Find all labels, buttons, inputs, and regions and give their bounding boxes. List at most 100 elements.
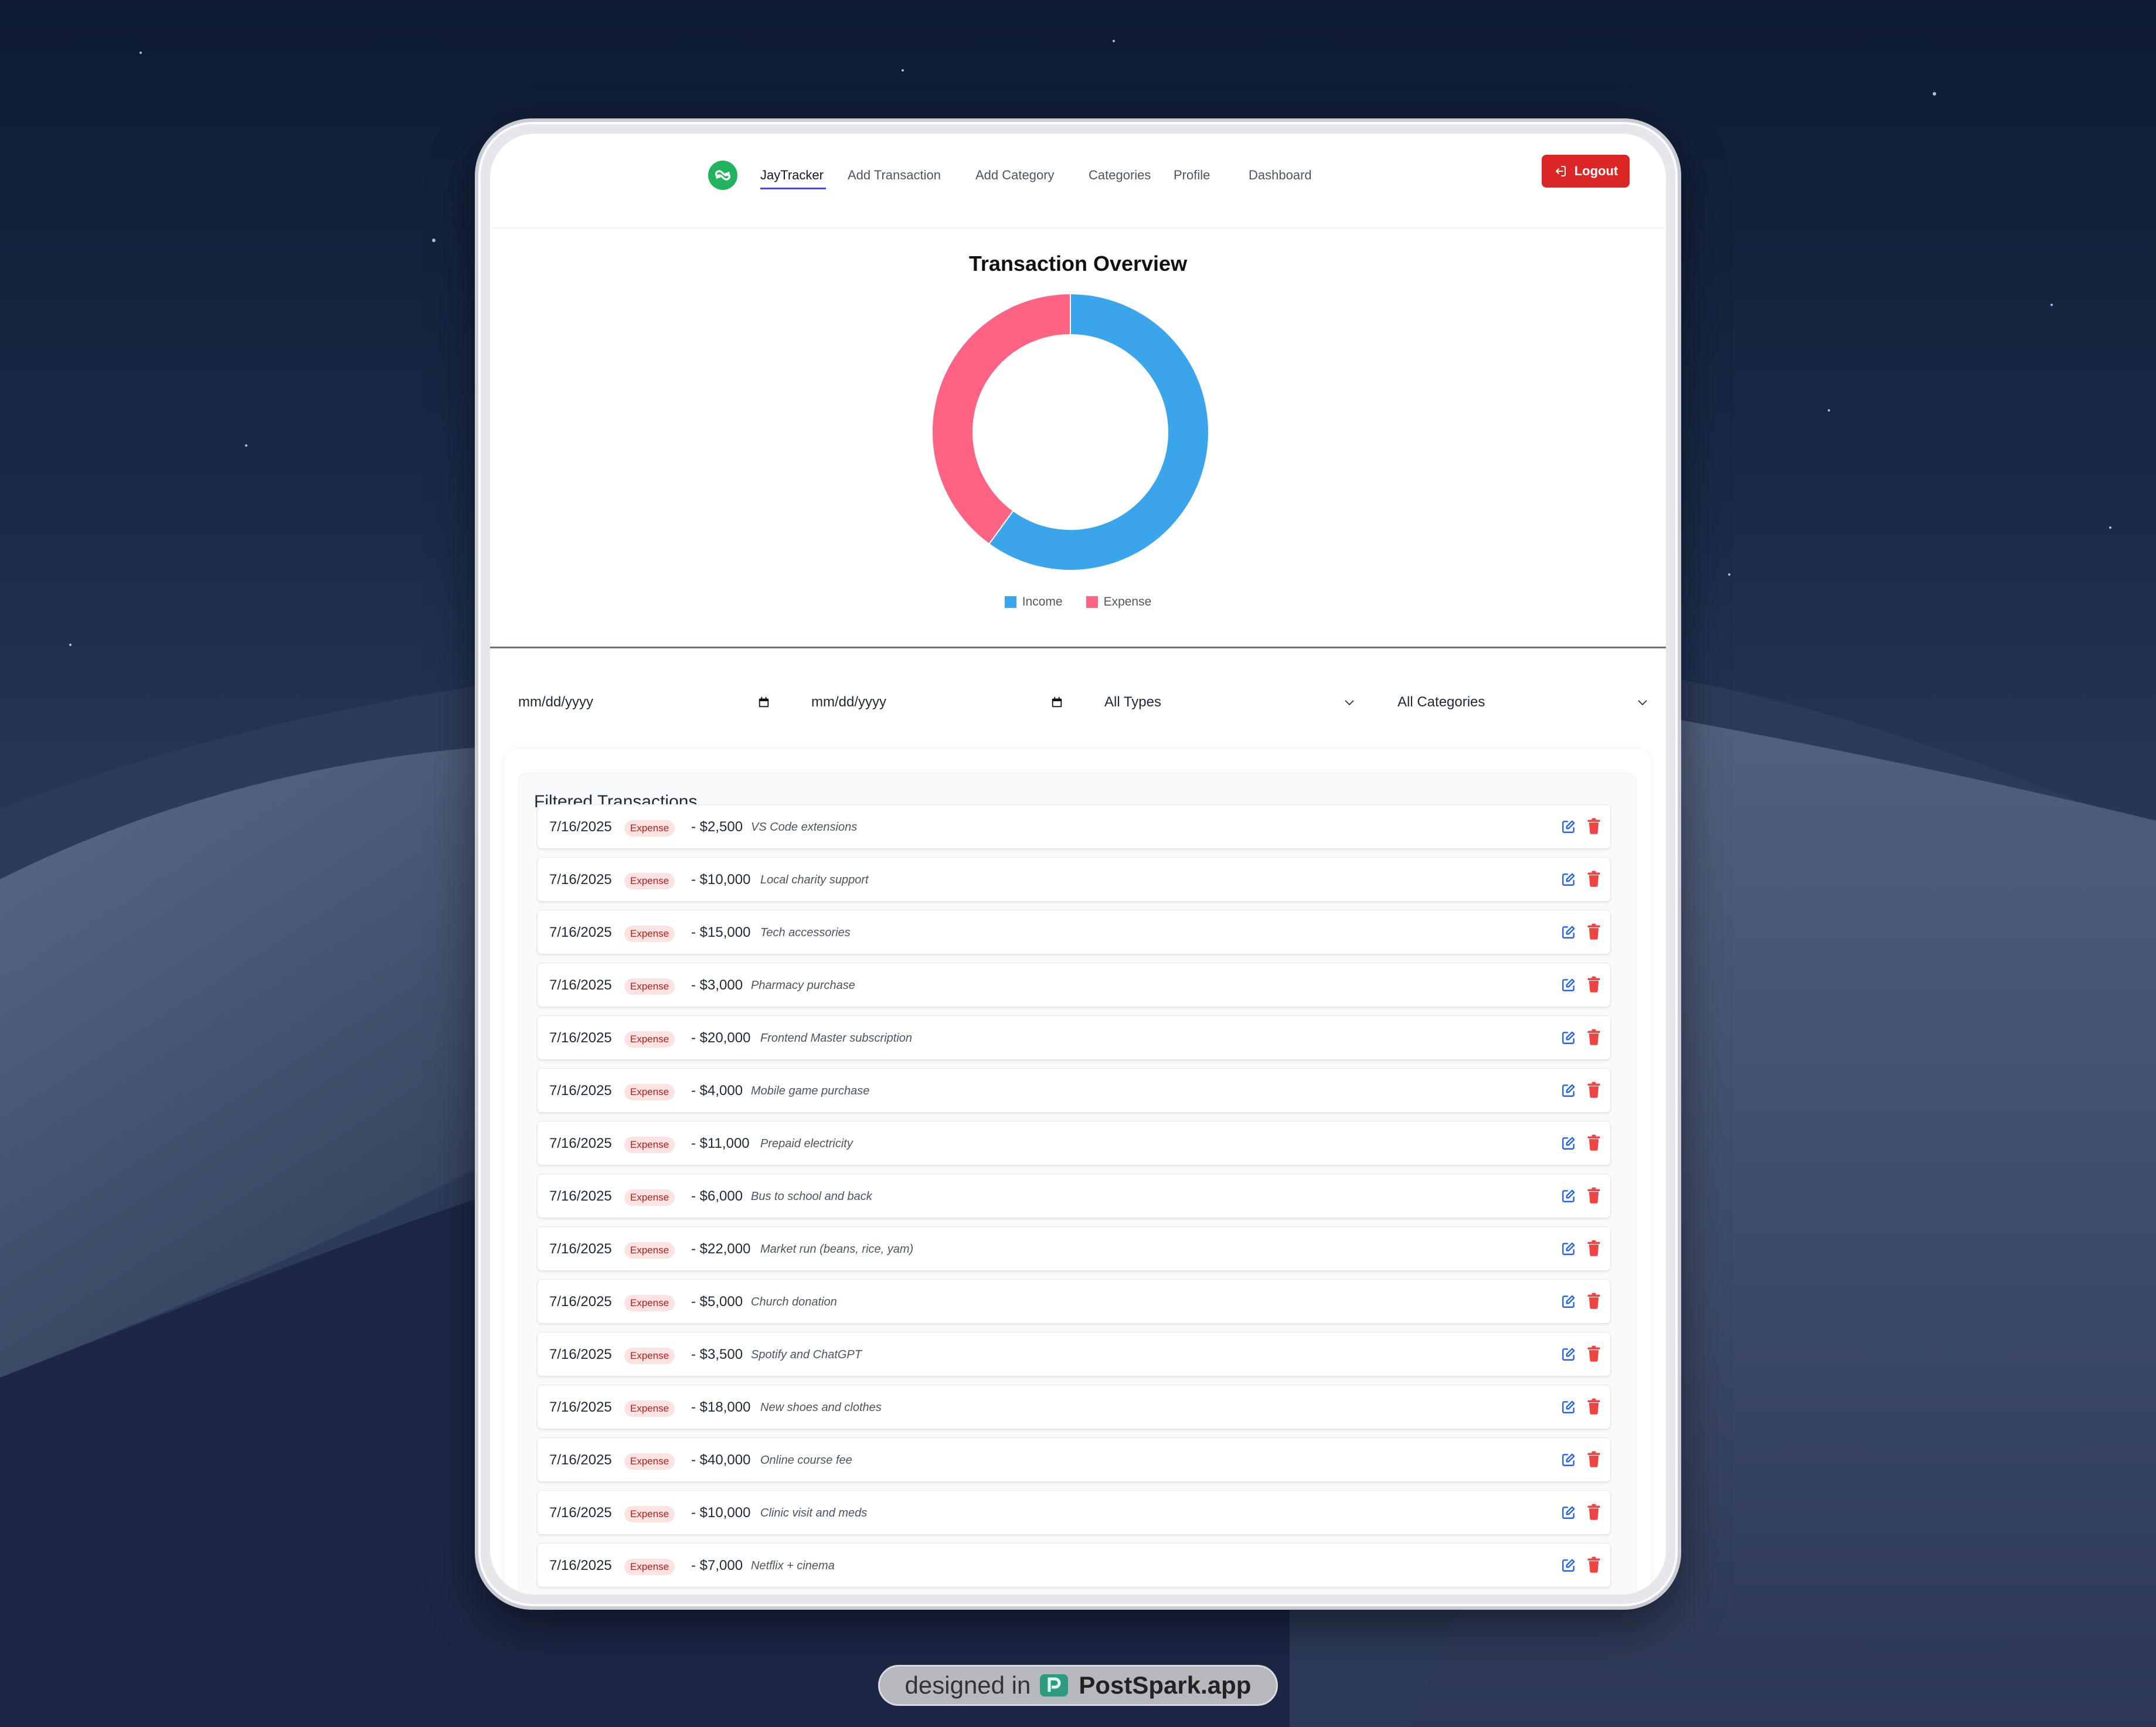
edit-icon[interactable] xyxy=(1561,819,1576,834)
transaction-row: 7/16/2025 Expense - $10,000 Local charity s… xyxy=(537,857,1611,902)
filters-bar: mm/dd/yyyy mm/dd/yyyy All Types All Cate… xyxy=(490,648,1666,766)
nav-categories[interactable]: Categories xyxy=(1089,168,1151,183)
transaction-amount: - $7,000 xyxy=(691,1558,743,1573)
trash-icon[interactable] xyxy=(1587,1134,1601,1151)
edit-icon[interactable] xyxy=(1561,1558,1576,1573)
trash-icon[interactable] xyxy=(1587,1345,1601,1362)
edit-icon[interactable] xyxy=(1561,977,1576,992)
transaction-date: 7/16/2025 xyxy=(549,1452,612,1468)
transaction-amount: - $10,000 xyxy=(691,1505,751,1521)
type-select[interactable]: All Types xyxy=(1090,685,1366,720)
legend-item-income[interactable]: Income xyxy=(1004,595,1063,609)
transaction-row: 7/16/2025 Expense - $20,000 Frontend Master… xyxy=(537,1015,1611,1060)
type-badge: Expense xyxy=(624,1189,675,1206)
type-badge: Expense xyxy=(624,1453,675,1470)
trash-icon[interactable] xyxy=(1587,1451,1601,1467)
type-badge: Expense xyxy=(624,1400,675,1417)
transaction-date: 7/16/2025 xyxy=(549,1188,612,1204)
donut-slice-expense[interactable] xyxy=(931,293,1071,545)
chart-legend: Income Expense xyxy=(490,595,1666,609)
nav-brand[interactable]: JayTracker xyxy=(760,168,824,183)
edit-icon[interactable] xyxy=(1561,1030,1576,1045)
transaction-description: New shoes and clothes xyxy=(760,1401,882,1414)
logout-label: Logout xyxy=(1574,164,1618,178)
trash-icon[interactable] xyxy=(1587,923,1601,940)
nav-add-category[interactable]: Add Category xyxy=(975,168,1055,183)
transaction-row: 7/16/2025 Expense - $10,000 Clinic visit an… xyxy=(537,1490,1611,1535)
category-select-value: All Categories xyxy=(1397,694,1485,710)
edit-icon[interactable] xyxy=(1561,1505,1576,1520)
transaction-overview-card: Transaction Overview Income Expense xyxy=(490,227,1666,648)
edit-icon[interactable] xyxy=(1561,1452,1576,1467)
transaction-date: 7/16/2025 xyxy=(549,977,612,993)
start-date-input[interactable]: mm/dd/yyyy xyxy=(504,685,780,720)
transaction-row: 7/16/2025 Expense - $40,000 Online course f… xyxy=(537,1437,1611,1482)
trash-icon[interactable] xyxy=(1587,1240,1601,1256)
transaction-amount: - $3,000 xyxy=(691,977,743,993)
legend-item-expense[interactable]: Expense xyxy=(1086,595,1151,609)
tablet-frame: JayTracker Add Transaction Add Category … xyxy=(478,122,1678,1606)
type-badge: Expense xyxy=(624,1506,675,1522)
trash-icon[interactable] xyxy=(1587,871,1601,887)
edit-icon[interactable] xyxy=(1561,924,1576,940)
transaction-amount: - $4,000 xyxy=(691,1083,743,1099)
transaction-description: Frontend Master subscription xyxy=(760,1032,913,1045)
transaction-date: 7/16/2025 xyxy=(549,1294,612,1310)
transaction-row: 7/16/2025 Expense - $4,000 Mobile game purc… xyxy=(537,1068,1611,1113)
postspark-badge[interactable]: designed in PostSpark.app xyxy=(878,1665,1278,1706)
transaction-description: Mobile game purchase xyxy=(751,1085,870,1097)
edit-icon[interactable] xyxy=(1561,1083,1576,1098)
type-badge: Expense xyxy=(624,1084,675,1100)
transaction-row: 7/16/2025 Expense - $15,000 Tech accessorie… xyxy=(537,910,1611,954)
transaction-date: 7/16/2025 xyxy=(549,1083,612,1099)
legend-swatch-expense xyxy=(1086,596,1098,608)
logout-icon xyxy=(1555,166,1566,176)
nav-profile[interactable]: Profile xyxy=(1174,168,1210,183)
transaction-amount: - $15,000 xyxy=(691,924,751,940)
type-badge: Expense xyxy=(624,1137,675,1153)
calendar-icon[interactable] xyxy=(1050,696,1063,709)
edit-icon[interactable] xyxy=(1561,1399,1576,1415)
trash-icon[interactable] xyxy=(1587,1029,1601,1045)
trash-icon[interactable] xyxy=(1587,976,1601,992)
transaction-amount: - $10,000 xyxy=(691,872,751,888)
nav-dashboard[interactable]: Dashboard xyxy=(1249,168,1312,183)
edit-icon[interactable] xyxy=(1561,1241,1576,1256)
end-date-placeholder: mm/dd/yyyy xyxy=(811,694,887,710)
trash-icon[interactable] xyxy=(1587,1293,1601,1309)
edit-icon[interactable] xyxy=(1561,1136,1576,1151)
legend-label-income: Income xyxy=(1022,595,1063,608)
link-logo-icon[interactable] xyxy=(708,161,737,190)
transaction-amount: - $11,000 xyxy=(691,1136,750,1151)
app-screen: JayTracker Add Transaction Add Category … xyxy=(490,134,1666,1595)
transaction-amount: - $40,000 xyxy=(691,1452,751,1468)
trash-icon[interactable] xyxy=(1587,1504,1601,1520)
type-badge: Expense xyxy=(624,926,675,942)
trash-icon[interactable] xyxy=(1587,1187,1601,1204)
trash-icon[interactable] xyxy=(1587,818,1601,834)
trash-icon[interactable] xyxy=(1587,1398,1601,1415)
type-badge: Expense xyxy=(624,978,675,995)
type-select-value: All Types xyxy=(1104,694,1161,710)
chart-title: Transaction Overview xyxy=(968,251,1188,276)
transaction-amount: - $6,000 xyxy=(691,1188,743,1204)
type-badge: Expense xyxy=(624,820,675,837)
transaction-amount: - $3,500 xyxy=(691,1347,743,1362)
end-date-input[interactable]: mm/dd/yyyy xyxy=(797,685,1073,720)
calendar-icon[interactable] xyxy=(757,696,770,709)
type-badge: Expense xyxy=(624,1242,675,1259)
edit-icon[interactable] xyxy=(1561,872,1576,887)
category-select[interactable]: All Categories xyxy=(1383,685,1659,720)
trash-icon[interactable] xyxy=(1587,1082,1601,1098)
transaction-date: 7/16/2025 xyxy=(549,1558,612,1573)
nav-add-transaction[interactable]: Add Transaction xyxy=(848,168,941,183)
logout-button[interactable]: Logout xyxy=(1542,155,1630,188)
type-badge: Expense xyxy=(624,873,675,889)
transaction-description: VS Code extensions xyxy=(751,821,858,834)
transaction-row: 7/16/2025 Expense - $5,000 Church donation xyxy=(537,1279,1611,1324)
transaction-date: 7/16/2025 xyxy=(549,1136,612,1151)
edit-icon[interactable] xyxy=(1561,1294,1576,1309)
edit-icon[interactable] xyxy=(1561,1188,1576,1204)
trash-icon[interactable] xyxy=(1587,1556,1601,1573)
edit-icon[interactable] xyxy=(1561,1347,1576,1362)
